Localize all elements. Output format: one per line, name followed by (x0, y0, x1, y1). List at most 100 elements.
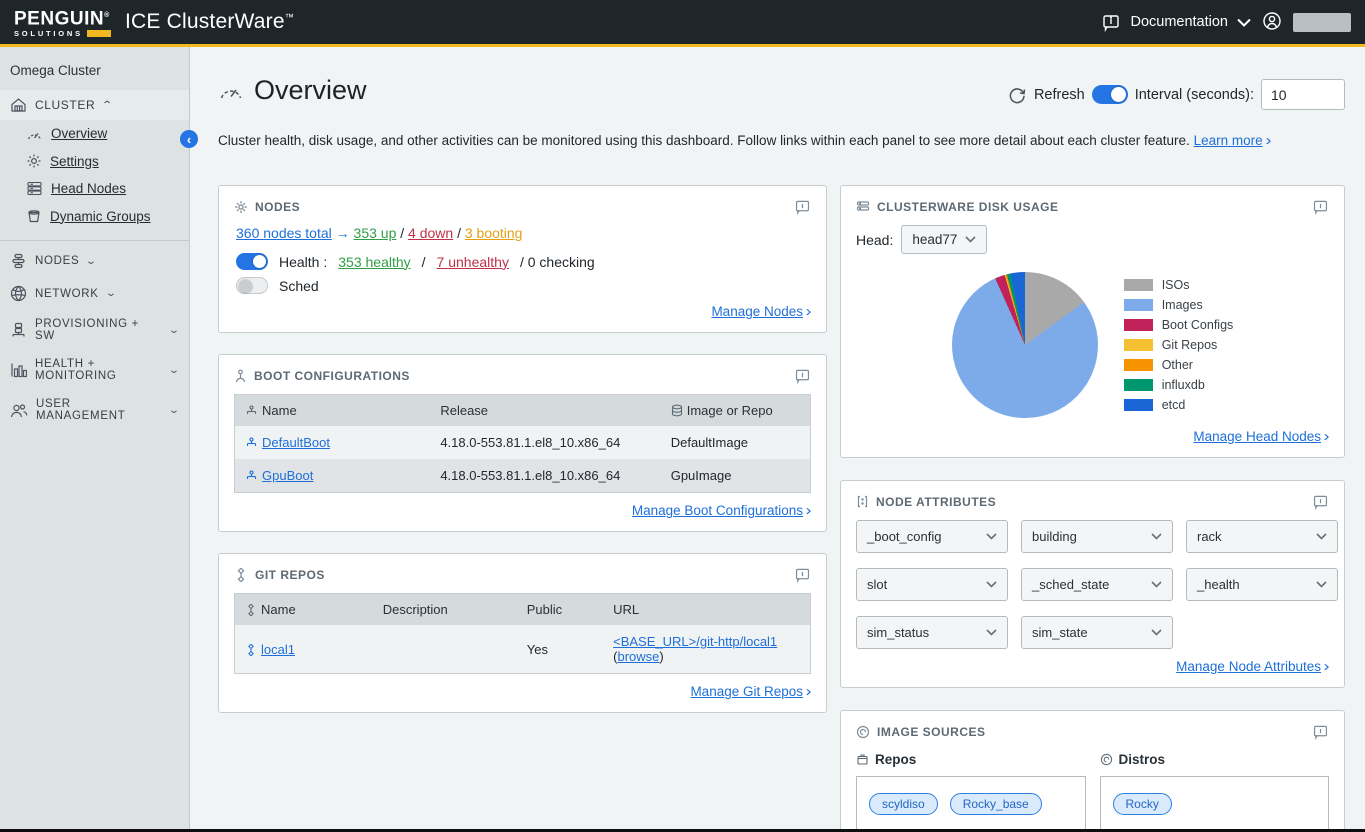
legend-item: Other (1124, 358, 1234, 372)
nodes-summary-line: 360 nodes total → 353 up / 4 down / 3 bo… (236, 225, 811, 241)
legend-swatch (1124, 379, 1153, 391)
url-cell: <BASE_URL>/git-http/local1 (browse) (603, 625, 810, 674)
panel-doc-icon[interactable] (1312, 723, 1329, 740)
panel-doc-icon[interactable] (794, 566, 811, 583)
repo-url-link[interactable]: <BASE_URL>/git-http/local1 (613, 634, 777, 649)
chevron-right-icon: › (806, 502, 812, 519)
manage-git-repos-link[interactable]: Manage Git Repos (690, 684, 803, 699)
attribute-dropdown[interactable]: rack (1186, 520, 1338, 553)
attribute-dropdown[interactable]: slot (856, 568, 1008, 601)
unhealthy-link[interactable]: 7 unhealthy (437, 254, 509, 270)
sidebar-item-label[interactable]: Head Nodes (51, 181, 126, 196)
penguin-solutions-logo[interactable]: PENGUIN® SOLUTIONS (14, 6, 111, 37)
panel-doc-icon[interactable] (1312, 198, 1329, 215)
legend-item: Boot Configs (1124, 318, 1234, 332)
sidebar-item-overview[interactable]: Overview (0, 120, 189, 147)
sched-toggle[interactable] (236, 277, 268, 294)
distro-pill[interactable]: Rocky (1113, 793, 1172, 815)
chevron-up-icon: ⌃ (101, 100, 114, 111)
tree-icon (245, 437, 258, 449)
attribute-dropdown[interactable]: sim_state (1021, 616, 1173, 649)
sidebar-section-provisioning[interactable]: PROVISIONING + SW ⌄ (0, 310, 189, 350)
public-cell: Yes (517, 625, 603, 674)
head-node-select[interactable]: head77 (901, 225, 987, 254)
git-repos-table: Name Description Public URL local1 Yes (234, 593, 811, 674)
sidebar-section-nodes[interactable]: NODES ⌄ (0, 245, 189, 277)
learn-more-link[interactable]: Learn more (1194, 133, 1263, 148)
attribute-dropdown[interactable]: building (1021, 520, 1173, 553)
sidebar-item-dynamic-groups[interactable]: Dynamic Groups (0, 202, 189, 230)
manage-boot-configurations-link[interactable]: Manage Boot Configurations (632, 503, 803, 518)
refresh-label: Refresh (1034, 87, 1085, 103)
sidebar-section-label: CLUSTER (35, 98, 95, 112)
healthy-link[interactable]: 353 healthy (338, 254, 410, 270)
git-repo-link[interactable]: local1 (261, 642, 295, 657)
disk-icon (856, 200, 870, 213)
image-cell: GpuImage (661, 459, 811, 493)
repos-label: Repos (875, 752, 916, 767)
panel-doc-icon[interactable] (794, 198, 811, 215)
image-cell: DefaultImage (661, 426, 811, 459)
attribute-dropdown[interactable]: _boot_config (856, 520, 1008, 553)
sidebar-item-head-nodes[interactable]: Head Nodes (0, 175, 189, 202)
git-branch-icon (245, 604, 257, 616)
sidebar-collapse-button[interactable]: ‹ (180, 130, 198, 148)
disk-usage-chart: ISOsImagesBoot ConfigsGit ReposOtherinfl… (856, 272, 1329, 418)
nodes-total-link[interactable]: 360 nodes total (236, 225, 332, 241)
tree-icon (245, 470, 258, 482)
distros-label: Distros (1119, 752, 1166, 767)
attribute-dropdown-grid: _boot_config building rack slot _sched_s… (856, 520, 1329, 649)
health-toggle[interactable] (236, 253, 268, 270)
repo-pill[interactable]: scyldiso (869, 793, 938, 815)
panel-doc-icon[interactable] (1312, 493, 1329, 510)
manage-nodes-link[interactable]: Manage Nodes (711, 304, 803, 319)
overview-gauge-icon (218, 81, 244, 101)
sidebar-section-health[interactable]: HEALTH + MONITORING ⌄ (0, 350, 189, 390)
chevron-right-icon: › (1324, 658, 1330, 675)
sidebar-section-label: NODES (35, 255, 79, 267)
legend-label: Boot Configs (1162, 318, 1234, 332)
interval-input[interactable] (1261, 79, 1345, 110)
boot-configurations-table: Name Release Image or Repo DefaultBoot 4… (234, 394, 811, 493)
nodes-booting-link[interactable]: 3 booting (465, 225, 523, 241)
chevron-down-icon (965, 236, 976, 243)
sidebar-item-settings[interactable]: Settings (0, 147, 189, 175)
boot-config-link[interactable]: DefaultBoot (262, 435, 330, 450)
chevron-down-icon[interactable] (1237, 18, 1251, 27)
sidebar-section-network[interactable]: NETWORK ⌄ (0, 277, 189, 310)
chevron-down-icon (986, 581, 997, 588)
browse-link[interactable]: browse (617, 649, 659, 664)
documentation-link[interactable]: Documentation (1130, 14, 1228, 30)
user-account-icon[interactable] (1260, 10, 1284, 34)
panel-doc-icon[interactable] (794, 367, 811, 384)
sidebar-item-label[interactable]: Dynamic Groups (50, 209, 151, 224)
sidebar-section-user-management[interactable]: USER MANAGEMENT ⌄ (0, 390, 189, 430)
boot-config-link[interactable]: GpuBoot (262, 468, 313, 483)
sidebar-item-label[interactable]: Settings (50, 154, 99, 169)
sidebar-item-label[interactable]: Overview (51, 126, 107, 141)
refresh-toggle[interactable] (1092, 85, 1128, 104)
column-header-description: Description (373, 594, 517, 626)
refresh-icon[interactable] (1007, 85, 1027, 105)
manage-head-nodes-link[interactable]: Manage Head Nodes (1193, 429, 1321, 444)
repo-pill[interactable]: Rocky_base (950, 793, 1042, 815)
attribute-dropdown[interactable]: sim_status (856, 616, 1008, 649)
chevron-down-icon (986, 533, 997, 540)
attribute-dropdown[interactable]: _sched_state (1021, 568, 1173, 601)
sidebar-section-cluster[interactable]: CLUSTER ⌃ (0, 90, 189, 120)
column-header-public: Public (517, 594, 603, 626)
nodes-up-link[interactable]: 353 up (354, 225, 397, 241)
cluster-name: Omega Cluster (0, 47, 189, 90)
nodes-down-link[interactable]: 4 down (408, 225, 453, 241)
panel-title: NODES (255, 200, 300, 214)
product-title: ICE ClusterWare™ (125, 10, 294, 34)
table-row: GpuBoot 4.18.0-553.81.1.el8_10.x86_64 Gp… (235, 459, 811, 493)
user-name-redacted (1293, 13, 1351, 32)
table-row: local1 Yes <BASE_URL>/git-http/local1 (b… (235, 625, 811, 674)
release-cell: 4.18.0-553.81.1.el8_10.x86_64 (430, 426, 660, 459)
attribute-dropdown[interactable]: _health (1186, 568, 1338, 601)
registered-mark: ® (104, 12, 110, 19)
chevron-right-icon: › (806, 683, 812, 700)
chevron-down-icon: ⌄ (168, 325, 181, 336)
manage-node-attributes-link[interactable]: Manage Node Attributes (1176, 659, 1321, 674)
